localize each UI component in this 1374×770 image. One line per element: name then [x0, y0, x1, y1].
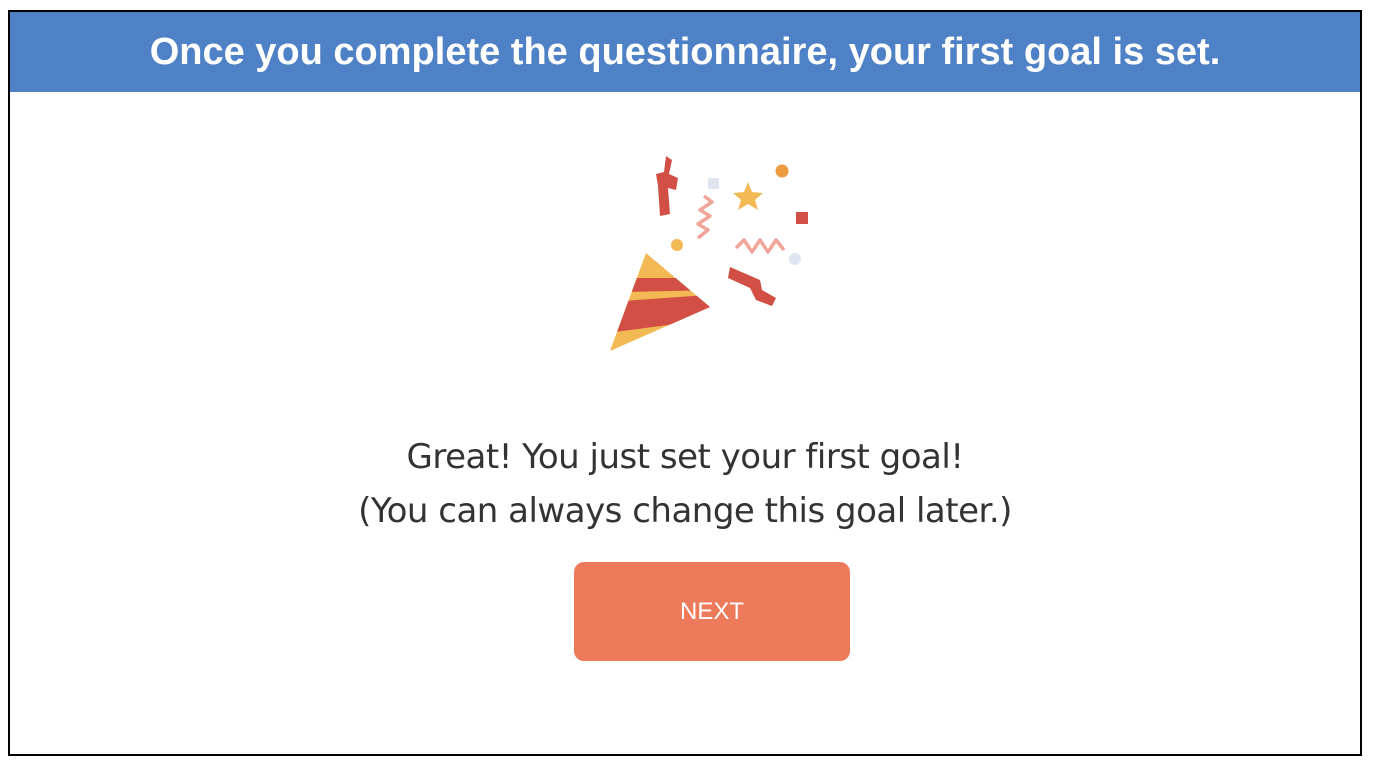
confetti-squiggle	[696, 194, 714, 240]
confetti-streamer	[656, 156, 678, 216]
next-button[interactable]: NEXT	[574, 562, 850, 661]
confetti-square	[708, 178, 719, 189]
confetti-dot	[671, 239, 683, 251]
message-line-2: (You can always change this goal later.)	[358, 491, 1012, 531]
confetti-streamer	[728, 267, 776, 306]
popper-cone	[610, 253, 710, 351]
confetti-star	[733, 182, 763, 210]
modal-frame: Once you complete the questionnaire, you…	[8, 10, 1362, 756]
confetti-dot	[775, 164, 789, 178]
party-popper-icon	[610, 156, 808, 351]
message-line-1: Great! You just set your first goal!	[406, 437, 964, 477]
confetti-square	[796, 212, 808, 224]
confetti-dot	[789, 253, 801, 265]
banner-title: Once you complete the questionnaire, you…	[149, 30, 1221, 73]
confetti-squiggle	[734, 238, 786, 254]
confirmation-message: Great! You just set your first goal! (Yo…	[10, 430, 1360, 538]
banner: Once you complete the questionnaire, you…	[10, 12, 1360, 92]
